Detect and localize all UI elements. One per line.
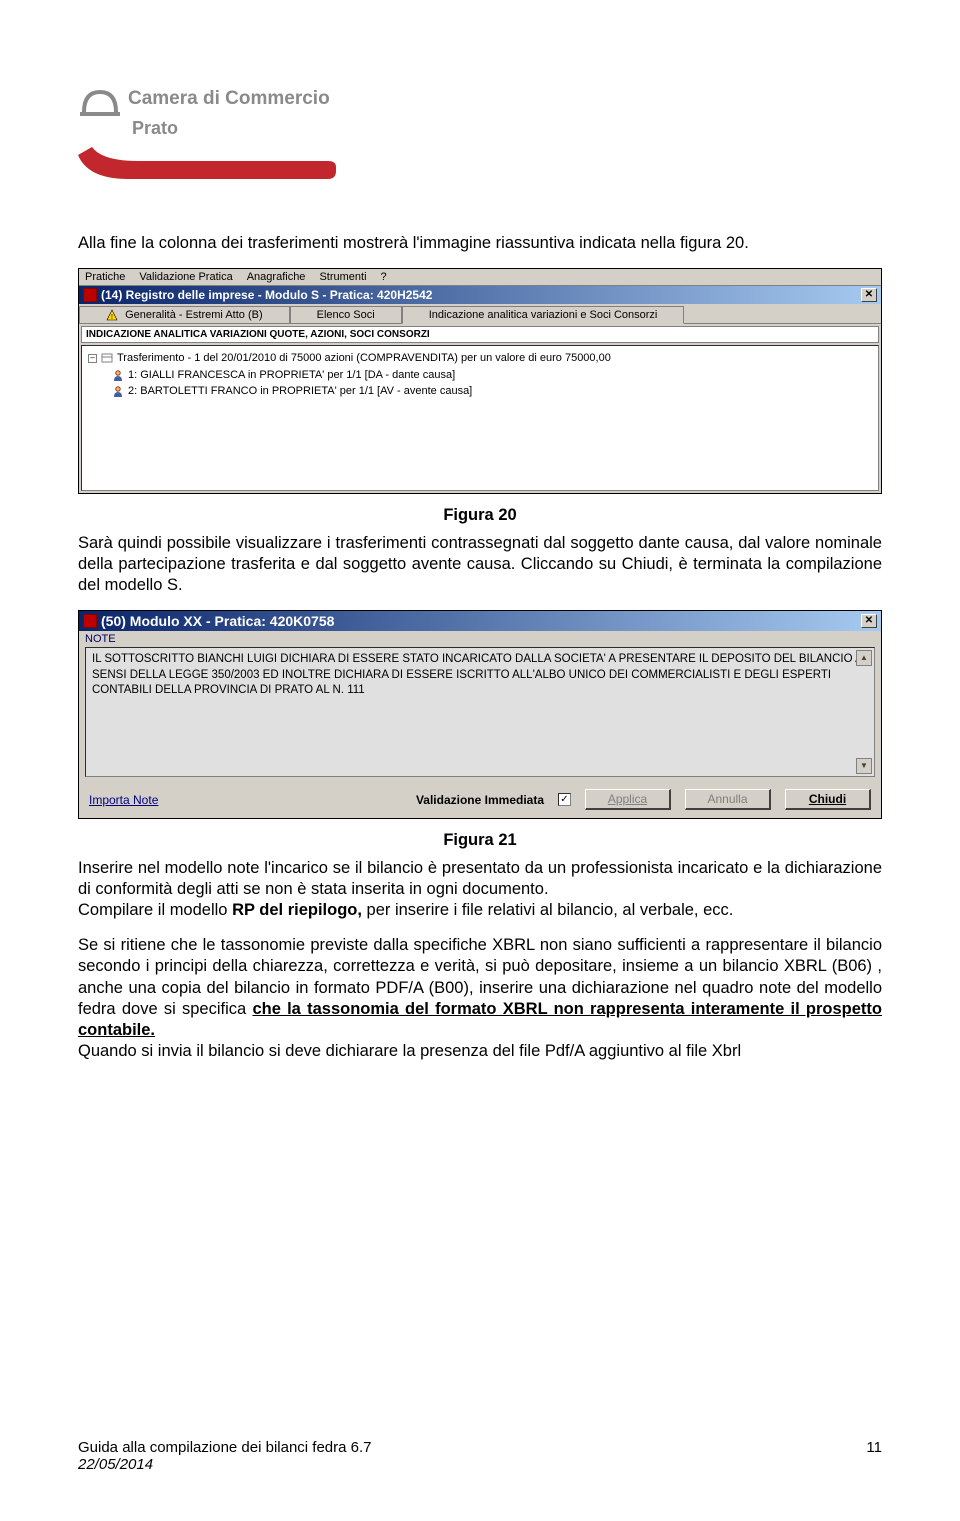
header-logo: Camera di Commercio Prato xyxy=(78,78,882,187)
window-title-2: (50) Modulo XX - Pratica: 420K0758 xyxy=(101,613,334,629)
tab-label-2: Elenco Soci xyxy=(317,309,375,321)
paragraph-3b: Compilare il modello RP del riepilogo, p… xyxy=(78,900,882,921)
button-row: Importa Note Validazione Immediata ✓ App… xyxy=(79,785,881,818)
tab-elenco-soci[interactable]: Elenco Soci xyxy=(290,306,402,323)
app-icon xyxy=(83,288,97,302)
annulla-button[interactable]: Annulla xyxy=(685,789,771,810)
note-label: NOTE xyxy=(79,631,881,647)
paragraph-5: Quando si invia il bilancio si deve dich… xyxy=(78,1041,882,1062)
logo-text-line2: Prato xyxy=(132,118,882,139)
tree-child-1[interactable]: 1: GIALLI FRANCESCA in PROPRIETA' per 1/… xyxy=(88,367,872,384)
paragraph-3a: Inserire nel modello note l'incarico se … xyxy=(78,858,882,900)
footer-date: 22/05/2014 xyxy=(78,1456,372,1473)
window-titlebar: (14) Registro delle imprese - Modulo S -… xyxy=(79,286,881,304)
menu-help[interactable]: ? xyxy=(381,271,387,283)
footer-title: Guida alla compilazione dei bilanci fedr… xyxy=(78,1439,372,1456)
tree-child-1-label: 1: GIALLI FRANCESCA in PROPRIETA' per 1/… xyxy=(128,367,455,384)
tree-root[interactable]: – Trasferimento - 1 del 20/01/2010 di 75… xyxy=(88,350,872,367)
logo-swoosh-icon xyxy=(78,147,338,187)
app-icon xyxy=(83,614,97,628)
tree-node-icon xyxy=(101,352,113,364)
logo-arch-icon xyxy=(78,78,120,120)
page-footer: Guida alla compilazione dei bilanci fedr… xyxy=(78,1439,882,1473)
validazione-label: Validazione Immediata xyxy=(416,793,544,807)
menu-strumenti[interactable]: Strumenti xyxy=(319,271,366,283)
figure-20-caption: Figura 20 xyxy=(78,506,882,525)
window-titlebar-2: (50) Modulo XX - Pratica: 420K0758 ✕ xyxy=(79,611,881,631)
menu-validazione[interactable]: Validazione Pratica xyxy=(139,271,232,283)
svg-text:!: ! xyxy=(111,314,113,321)
importa-note-link[interactable]: Importa Note xyxy=(89,793,158,807)
menu-pratiche[interactable]: Pratiche xyxy=(85,271,125,283)
figure-21-screenshot: (50) Modulo XX - Pratica: 420K0758 ✕ NOT… xyxy=(78,610,882,819)
tab-label-1: Generalità - Estremi Atto (B) xyxy=(125,309,263,321)
note-text: IL SOTTOSCRITTO BIANCHI LUIGI DICHIARA D… xyxy=(92,652,868,699)
validazione-checkbox[interactable]: ✓ xyxy=(558,793,571,806)
figure-21-caption: Figura 21 xyxy=(78,831,882,850)
close-icon[interactable]: ✕ xyxy=(861,288,877,302)
note-textarea[interactable]: IL SOTTOSCRITTO BIANCHI LUIGI DICHIARA D… xyxy=(85,647,875,777)
person-icon xyxy=(112,385,124,397)
intro-paragraph: Alla fine la colonna dei trasferimenti m… xyxy=(78,233,882,254)
figure-20-screenshot: Pratiche Validazione Pratica Anagrafiche… xyxy=(78,268,882,494)
window-title: (14) Registro delle imprese - Modulo S -… xyxy=(101,288,432,302)
scroll-down-icon[interactable]: ▼ xyxy=(856,758,872,774)
tree-child-2-label: 2: BARTOLETTI FRANCO in PROPRIETA' per 1… xyxy=(128,383,472,400)
tree-view[interactable]: – Trasferimento - 1 del 20/01/2010 di 75… xyxy=(81,345,879,491)
tree-root-label: Trasferimento - 1 del 20/01/2010 di 7500… xyxy=(117,350,611,367)
paragraph-2: Sarà quindi possibile visualizzare i tra… xyxy=(78,533,882,596)
menubar: Pratiche Validazione Pratica Anagrafiche… xyxy=(79,269,881,286)
chiudi-button[interactable]: Chiudi xyxy=(785,789,871,810)
tab-label-3: Indicazione analitica variazioni e Soci … xyxy=(429,309,658,321)
logo-text-line1: Camera di Commercio xyxy=(128,88,330,110)
tab-indicazione[interactable]: Indicazione analitica variazioni e Soci … xyxy=(402,306,685,324)
tree-child-2[interactable]: 2: BARTOLETTI FRANCO in PROPRIETA' per 1… xyxy=(88,383,872,400)
paragraph-4: Se si ritiene che le tassonomie previste… xyxy=(78,935,882,1041)
section-header: INDICAZIONE ANALITICA VARIAZIONI QUOTE, … xyxy=(81,326,879,343)
tab-generalita[interactable]: ! Generalità - Estremi Atto (B) xyxy=(79,306,290,323)
scroll-up-icon[interactable]: ▲ xyxy=(856,650,872,666)
rp-riepilogo-bold: RP del riepilogo, xyxy=(232,901,362,919)
tab-strip: ! Generalità - Estremi Atto (B) Elenco S… xyxy=(79,304,881,324)
menu-anagrafiche[interactable]: Anagrafiche xyxy=(247,271,306,283)
warning-icon: ! xyxy=(106,309,118,321)
tree-collapse-icon[interactable]: – xyxy=(88,354,97,363)
page-number: 11 xyxy=(866,1439,882,1473)
person-icon xyxy=(112,369,124,381)
close-icon[interactable]: ✕ xyxy=(861,614,877,628)
applica-button[interactable]: Applica xyxy=(585,789,671,810)
